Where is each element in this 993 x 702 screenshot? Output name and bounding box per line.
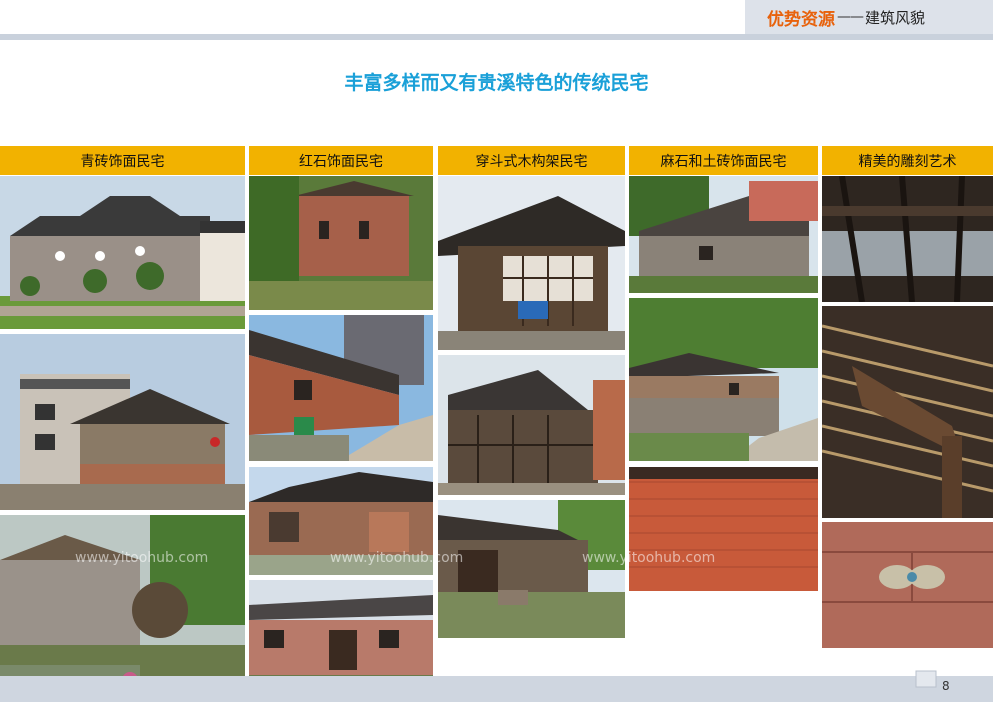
photo-granite-house-trees [629, 176, 818, 293]
photo-adobe-brick-wall [629, 467, 818, 591]
watermark-text-left: www.yitoohub.com [75, 550, 208, 566]
top-divider-bar [0, 34, 993, 40]
page-number: 8 [942, 679, 950, 693]
photo-red-stone-street-row [249, 315, 433, 461]
column-label-blue-brick: 青砖饰面民宅 [0, 146, 245, 175]
photo-carved-stone-panel [822, 522, 993, 648]
photo-timber-frame-house-tricycle [438, 176, 625, 350]
photo-carved-roof-bracket [822, 306, 993, 518]
section-dash: —— [837, 9, 863, 25]
column-label-carving: 精美的雕刻艺术 [822, 146, 993, 175]
column-label-timber-frame: 穿斗式木构架民宅 [438, 146, 625, 175]
photo-carved-wooden-beams [822, 176, 993, 302]
footer-bar [0, 676, 993, 702]
photo-timber-frame-yard [438, 500, 625, 638]
photo-timber-frame-old-house [438, 355, 625, 495]
page-title: 丰富多样而又有贵溪特色的传统民宅 [0, 68, 993, 95]
photo-stone-house-waterwheel [0, 515, 245, 702]
photo-granite-adobe-house [629, 298, 818, 461]
logo-icon [914, 667, 938, 691]
photo-red-stone-house-trees [249, 176, 433, 310]
column-label-granite-adobe: 麻石和土砖饰面民宅 [629, 146, 818, 175]
column-label-red-stone: 红石饰面民宅 [249, 146, 433, 175]
watermark-text-middle: www.yitoohub.com [330, 550, 463, 566]
photo-blue-brick-wall-house [0, 176, 245, 329]
watermark-text-right: www.yitoohub.com [582, 550, 715, 566]
section-header-tab: 优势资源 —— 建筑风貌 [745, 0, 993, 34]
photo-rubble-stone-house [0, 334, 245, 510]
section-subtitle: 建筑风貌 [865, 7, 925, 28]
section-title: 优势资源 [767, 5, 835, 30]
